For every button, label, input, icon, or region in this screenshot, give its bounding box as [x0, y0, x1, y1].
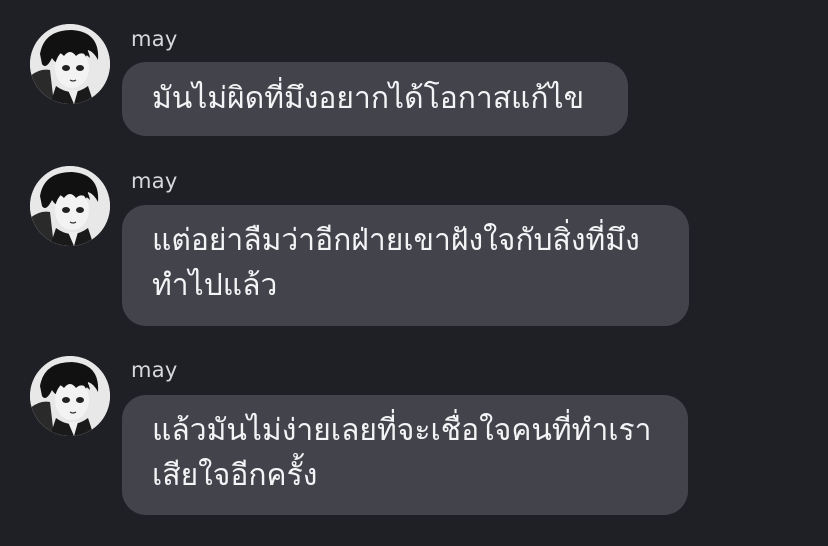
sender-name: may	[131, 27, 178, 51]
message-text: มันไม่ผิดที่มึงอยากได้โอกาสแก้ไข	[152, 81, 585, 116]
profile-avatar-icon	[30, 356, 110, 436]
message-text: เสียใจอีกครั้ง	[152, 458, 318, 493]
profile-avatar-icon	[30, 24, 110, 104]
avatar[interactable]	[30, 356, 110, 436]
message-text: แล้วมันไม่ง่ายเลยที่จะเชื่อใจคนที่ทำเรา	[152, 413, 652, 448]
avatar[interactable]	[30, 166, 110, 246]
message-bubble[interactable]: มันไม่ผิดที่มึงอยากได้โอกาสแก้ไข	[122, 62, 628, 136]
sender-name: may	[131, 169, 178, 193]
message-text: ทำไปแล้ว	[152, 268, 278, 303]
profile-avatar-icon	[30, 166, 110, 246]
message-text: แต่อย่าลืมว่าอีกฝ่ายเขาฝังใจกับสิ่งที่มึ…	[152, 223, 640, 258]
chat-thread: may มันไม่ผิดที่มึงอยากได้โอกาสแก้ไข may…	[0, 0, 828, 546]
message-bubble[interactable]: แล้วมันไม่ง่ายเลยที่จะเชื่อใจคนที่ทำเรา …	[122, 395, 688, 515]
sender-name: may	[131, 358, 178, 382]
avatar[interactable]	[30, 24, 110, 104]
message-bubble[interactable]: แต่อย่าลืมว่าอีกฝ่ายเขาฝังใจกับสิ่งที่มึ…	[122, 205, 689, 326]
